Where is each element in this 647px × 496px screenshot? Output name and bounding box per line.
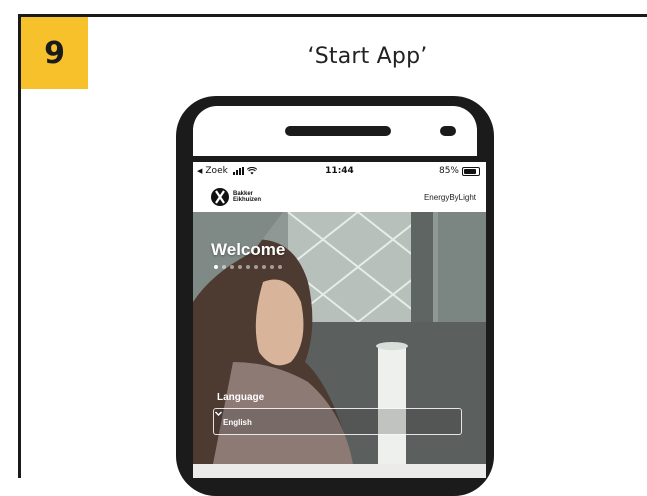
carousel-dot[interactable] (214, 265, 218, 269)
language-select[interactable]: English (213, 408, 462, 435)
phone-speaker (285, 126, 391, 136)
battery-percent: 85% (438, 166, 459, 176)
carousel-dot[interactable] (238, 265, 242, 269)
phone-screen: ◀ Zoek 11:44 85% Bakker Eikhuizen Energy… (193, 162, 486, 478)
carousel-dot[interactable] (254, 265, 258, 269)
battery-fill (464, 168, 476, 174)
brand-logo-icon (211, 188, 229, 206)
bottom-panel (193, 464, 486, 478)
battery-icon (462, 166, 480, 176)
carousel-dot[interactable] (246, 265, 250, 269)
status-right: 85% (439, 166, 480, 176)
app-header: Bakker Eikhuizen EnergyByLight (193, 182, 486, 212)
carousel-dots[interactable] (214, 265, 282, 269)
step-title: ‘Start App’ (307, 44, 428, 69)
welcome-hero[interactable]: Welcome Language English (193, 212, 486, 464)
carousel-dot[interactable] (262, 265, 266, 269)
carousel-dot[interactable] (222, 265, 226, 269)
step-number-badge: 9 (21, 17, 88, 89)
status-bar: ◀ Zoek 11:44 85% (193, 162, 486, 182)
frame-top-border (18, 14, 647, 17)
chevron-down-icon (215, 411, 222, 416)
language-selected-value: English (223, 418, 252, 427)
header-product-name: EnergyByLight (423, 193, 476, 202)
carousel-dot[interactable] (278, 265, 282, 269)
welcome-title: Welcome (211, 240, 286, 259)
brand-line-2: Eikhuizen (233, 197, 262, 203)
carousel-dot[interactable] (230, 265, 234, 269)
language-label: Language (217, 392, 265, 403)
brand-name: Bakker Eikhuizen (233, 191, 261, 203)
carousel-dot[interactable] (270, 265, 274, 269)
phone-camera (440, 126, 456, 136)
